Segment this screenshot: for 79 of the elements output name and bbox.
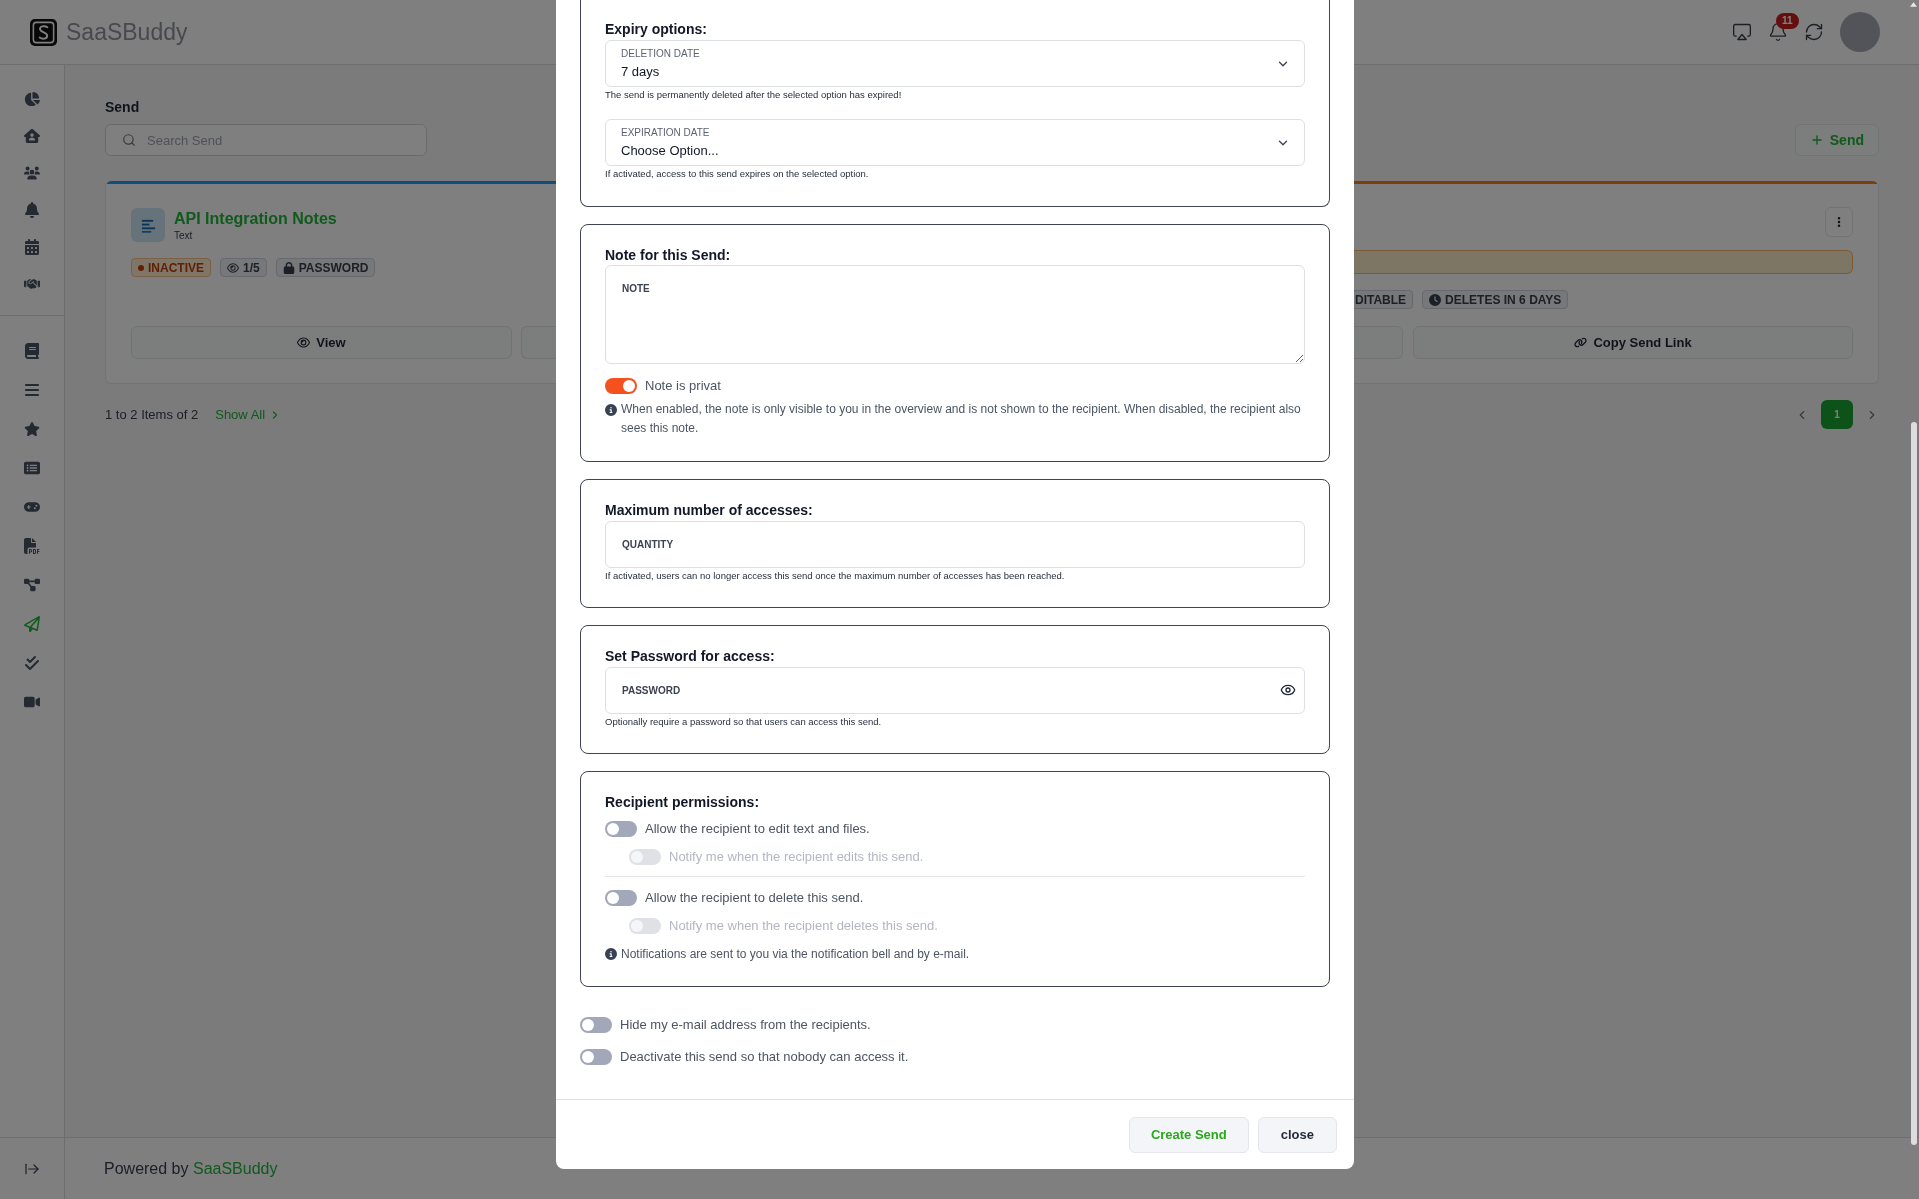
info-icon: [605, 403, 617, 416]
clock-icon: [1429, 293, 1442, 306]
star-icon[interactable]: [23, 420, 40, 437]
info-icon: [605, 948, 617, 960]
badge-text: 1/5: [243, 261, 260, 274]
users-icon[interactable]: [23, 164, 40, 181]
scroll-up-arrow-icon[interactable]: [1910, 2, 1917, 7]
menu-icon[interactable]: [23, 381, 40, 398]
vertical-dots-icon: [1837, 216, 1841, 228]
cast-screen-icon[interactable]: [1732, 22, 1752, 42]
pdf-file-icon[interactable]: [23, 537, 40, 554]
link-icon: [1574, 336, 1588, 349]
house-user-icon[interactable]: [23, 127, 40, 144]
password-field[interactable]: PASSWORD: [605, 667, 1305, 714]
bell-icon[interactable]: [23, 201, 40, 218]
toggle-label: Deactivate this send so that nobody can access it.: [620, 1048, 909, 1066]
view-button[interactable]: View: [131, 326, 512, 359]
helper-text: Optionally require a password so that users can access this send.: [605, 715, 883, 728]
note-field[interactable]: NOTE: [605, 265, 1305, 364]
lock-icon: [282, 261, 295, 274]
section-title: Recipient permissions:: [605, 793, 761, 812]
info-text: When enabled, the note is only visible to you in the overview and is not shown to the recipient. When disabled, the recipient also sees this note.: [621, 401, 1302, 437]
list-card-icon[interactable]: [23, 459, 40, 476]
copy-link-button[interactable]: Copy Send Link: [1413, 326, 1853, 359]
search-icon: [122, 133, 136, 147]
notification-badge: 11: [1776, 13, 1799, 29]
helper-text: If activated, users can no longer access this send once the maximum number of accesses has been reached.: [605, 569, 1066, 582]
bell-icon[interactable]: [1768, 22, 1788, 42]
calendar-icon[interactable]: [23, 238, 40, 255]
diagram-icon[interactable]: [23, 576, 40, 593]
page-title: Send: [105, 98, 140, 117]
book-icon[interactable]: [23, 342, 40, 359]
paper-plane-icon[interactable]: [23, 615, 40, 632]
quantity-field[interactable]: QUANTITY: [605, 521, 1305, 568]
toggle-label: Hide my e-mail address from the recipients.: [620, 1016, 871, 1034]
eye-icon: [227, 261, 239, 274]
toggle-label: Note is privat: [645, 377, 721, 395]
refresh-icon[interactable]: [1804, 22, 1824, 42]
scrollbar-thumb[interactable]: [1911, 422, 1917, 1145]
toggle-switch[interactable]: [605, 821, 637, 837]
section-title: Maximum number of accesses:: [605, 501, 814, 520]
brand-name[interactable]: SaaSBuddy: [66, 20, 188, 44]
text-lines-icon: [131, 208, 165, 242]
logo-icon: [30, 18, 57, 46]
page-button[interactable]: 1: [1821, 400, 1853, 429]
double-check-icon[interactable]: [23, 654, 40, 671]
create-button[interactable]: Create Send: [1128, 1117, 1249, 1153]
toggle-switch[interactable]: [580, 1049, 612, 1065]
items-count: 1 to 2 Items of 2: [105, 405, 199, 424]
badge-text: INACTIVE: [148, 261, 204, 274]
show-all-link[interactable]: Show All: [215, 404, 282, 425]
toggle-label: Allow the recipient to delete this send.: [645, 889, 864, 907]
card-type: Text: [174, 228, 193, 242]
toggle-label: Notify me when the recipient edits this send.: [669, 848, 924, 866]
dropdown-field[interactable]: EXPIRATION DATE Choose Option...: [605, 119, 1305, 166]
toggle-label: Allow the recipient to edit text and files.: [645, 820, 870, 838]
toggle-label: Notify me when the recipient deletes this send.: [669, 917, 938, 935]
eye-icon: [297, 336, 311, 349]
plus-icon: [1809, 133, 1824, 147]
footer-text: Powered by SaaSBuddy: [104, 1158, 278, 1179]
toggle-switch[interactable]: [580, 1017, 612, 1033]
badge-text: DELETES IN 6 DAYS: [1445, 293, 1562, 306]
section-title: Expiry options:: [605, 20, 708, 39]
helper-text: The send is permanently deleted after the selected option has expired!: [605, 88, 903, 101]
info-text: Notifications are sent to you via the notification bell and by e-mail.: [621, 946, 970, 963]
section-title: Note for this Send:: [605, 246, 732, 265]
badge-text: DITABLE: [1355, 293, 1407, 306]
section-title: Set Password for access:: [605, 647, 776, 666]
toggle-switch[interactable]: [605, 378, 637, 394]
footer-link[interactable]: SaaSBuddy: [192, 1159, 278, 1177]
toggle-switch[interactable]: [605, 890, 637, 906]
add-send-button[interactable]: Send: [1794, 124, 1879, 156]
dropdown-field[interactable]: DELETION DATE 7 days: [605, 40, 1305, 87]
helper-text: If activated, access to this send expires on the selected option.: [605, 167, 870, 180]
badge-text: PASSWORD: [298, 261, 369, 274]
card-title[interactable]: API Integration Notes: [174, 208, 337, 229]
pie-chart-icon[interactable]: [23, 90, 40, 107]
close-button[interactable]: close: [1257, 1117, 1337, 1153]
eye-icon[interactable]: [1280, 682, 1296, 698]
